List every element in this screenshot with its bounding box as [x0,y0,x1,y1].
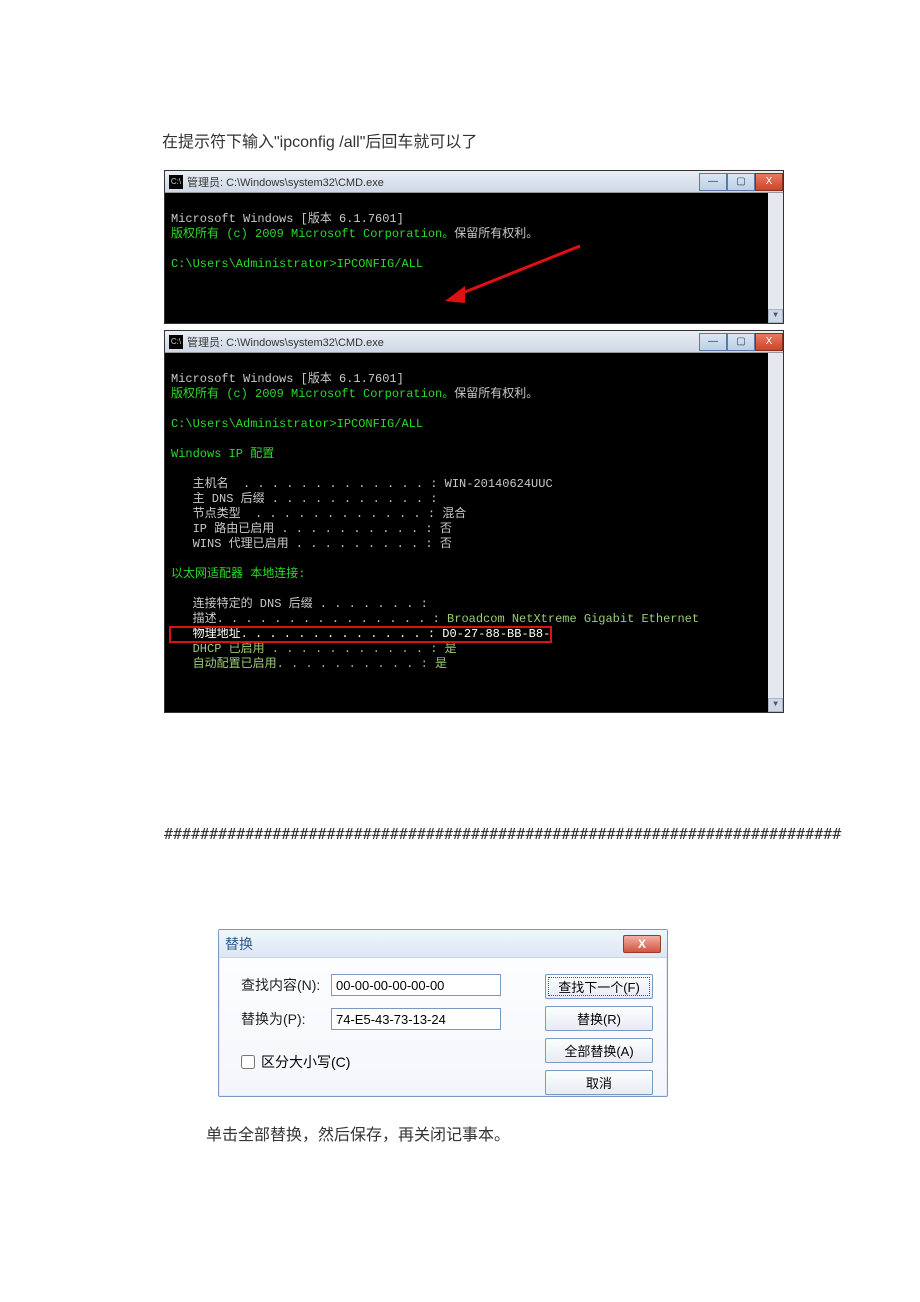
post-instruction: 单击全部替换，然后保存，再关闭记事本。 [206,1121,870,1145]
find-input[interactable] [331,974,501,996]
cmd2-host-label: 主机名 . . . . . . . . . . . . . : [171,477,445,491]
find-next-button[interactable]: 查找下一个(F) [545,974,653,999]
cmd2-l1: Microsoft Windows [版本 6.1.7601] [171,372,404,386]
close-button[interactable]: X [755,173,783,191]
cmd1-line2b: 保留所有权利。 [454,227,538,241]
scroll-down-icon[interactable]: ▼ [768,309,783,323]
minimize-button[interactable]: — [699,333,727,351]
cmd2-adapter: 以太网适配器 本地连接: [171,567,305,581]
replace-button-column: 查找下一个(F) 替换(R) 全部替换(A) 取消 [545,974,653,1095]
cmd2-node-type: 节点类型 . . . . . . . . . . . . : 混合 [171,507,466,521]
cmd-titlebar-2[interactable]: C:\ 管理员: C:\Windows\system32\CMD.exe — ▢… [165,331,783,353]
maximize-button[interactable]: ▢ [727,333,755,351]
cmd-scrollbar-1[interactable]: ▲ ▼ [768,193,783,323]
scroll-track[interactable] [768,207,783,309]
cmd-title-text-2: 管理员: C:\Windows\system32\CMD.exe [187,334,699,350]
minimize-button[interactable]: — [699,173,727,191]
cmd-titlebar-1[interactable]: C:\ 管理员: C:\Windows\system32\CMD.exe — ▢… [165,171,783,193]
cmd2-desc-val: Broadcom NetXtreme Gigabit Ethernet [447,612,699,626]
cmd-title-buttons-1: — ▢ X [699,173,783,191]
cmd2-dhcp: DHCP 已启用 . . . . . . . . . . . : 是 [171,642,457,656]
replace-dialog: 替换 X 查找内容(N): 替换为(P): 区分大小写(C) 查找下一个(F) … [218,929,668,1097]
cmd2-phys-val: D0-27-88-BB-B8- [442,627,550,641]
cmd-prompt-icon: C:\ [169,335,183,349]
scroll-down-icon[interactable]: ▼ [768,698,783,712]
replace-button[interactable]: 替换(R) [545,1006,653,1031]
cmd-window-1: C:\ 管理员: C:\Windows\system32\CMD.exe — ▢… [164,170,784,324]
cmd2-wins-proxy: WINS 代理已启用 . . . . . . . . . : 否 [171,537,452,551]
cmd-body-1: Microsoft Windows [版本 6.1.7601] 版权所有 (c)… [165,193,783,323]
cmd-window-2: C:\ 管理员: C:\Windows\system32\CMD.exe — ▢… [164,330,784,713]
cmd-title-text-1: 管理员: C:\Windows\system32\CMD.exe [187,174,699,190]
instruction-top: 在提示符下输入"ipconfig /all"后回车就可以了 [162,128,870,152]
cmd2-l2b: 保留所有权利。 [454,387,538,401]
cmd2-conn-dns: 连接特定的 DNS 后缀 . . . . . . . : [171,597,428,611]
close-icon[interactable]: X [623,935,661,953]
cmd2-host-val: WIN-20140624UUC [445,477,553,491]
cmd2-l3: C:\Users\Administrator>IPCONFIG/ALL [171,417,423,431]
cmd-prompt-icon: C:\ [169,175,183,189]
replace-titlebar[interactable]: 替换 X [219,930,667,958]
cmd-title-buttons-2: — ▢ X [699,333,783,351]
match-case-label: 区分大小写(C) [261,1052,350,1072]
cancel-button[interactable]: 取消 [545,1070,653,1095]
cmd2-desc-label: 描述. . . . . . . . . . . . . . . : [171,612,447,626]
replace-dialog-title: 替换 [225,934,623,954]
replace-all-button[interactable]: 全部替换(A) [545,1038,653,1063]
replace-body: 查找内容(N): 替换为(P): 区分大小写(C) 查找下一个(F) 替换(R)… [219,958,667,1096]
cmd2-l2a: 版权所有 (c) 2009 Microsoft Corporation。 [171,387,454,401]
cmd1-line2a: 版权所有 (c) 2009 Microsoft Corporation。 [171,227,454,241]
cmd2-l4: Windows IP 配置 [171,447,274,461]
cmd2-dns-suffix: 主 DNS 后缀 . . . . . . . . . . . : [171,492,437,506]
cmd2-autoconf: 自动配置已启用. . . . . . . . . . : 是 [171,657,447,671]
maximize-button[interactable]: ▢ [727,173,755,191]
cmd1-line1: Microsoft Windows [版本 6.1.7601] [171,212,404,226]
replace-input[interactable] [331,1008,501,1030]
scroll-track[interactable] [768,367,783,698]
find-label: 查找内容(N): [241,975,331,995]
cmd2-ip-route: IP 路由已启用 . . . . . . . . . . : 否 [171,522,452,536]
hash-separator: ########################################… [164,825,870,843]
match-case-checkbox[interactable] [241,1055,255,1069]
cmd-body-2: Microsoft Windows [版本 6.1.7601] 版权所有 (c)… [165,353,783,712]
close-button[interactable]: X [755,333,783,351]
cmd1-line3: C:\Users\Administrator>IPCONFIG/ALL [171,257,423,271]
cmd-scrollbar-2[interactable]: ▲ ▼ [768,353,783,712]
cmd2-phys-label: 物理地址. . . . . . . . . . . . . : [171,627,442,641]
cmd2-phys-row: 物理地址. . . . . . . . . . . . . : D0-27-88… [171,627,550,642]
replace-label: 替换为(P): [241,1009,331,1029]
